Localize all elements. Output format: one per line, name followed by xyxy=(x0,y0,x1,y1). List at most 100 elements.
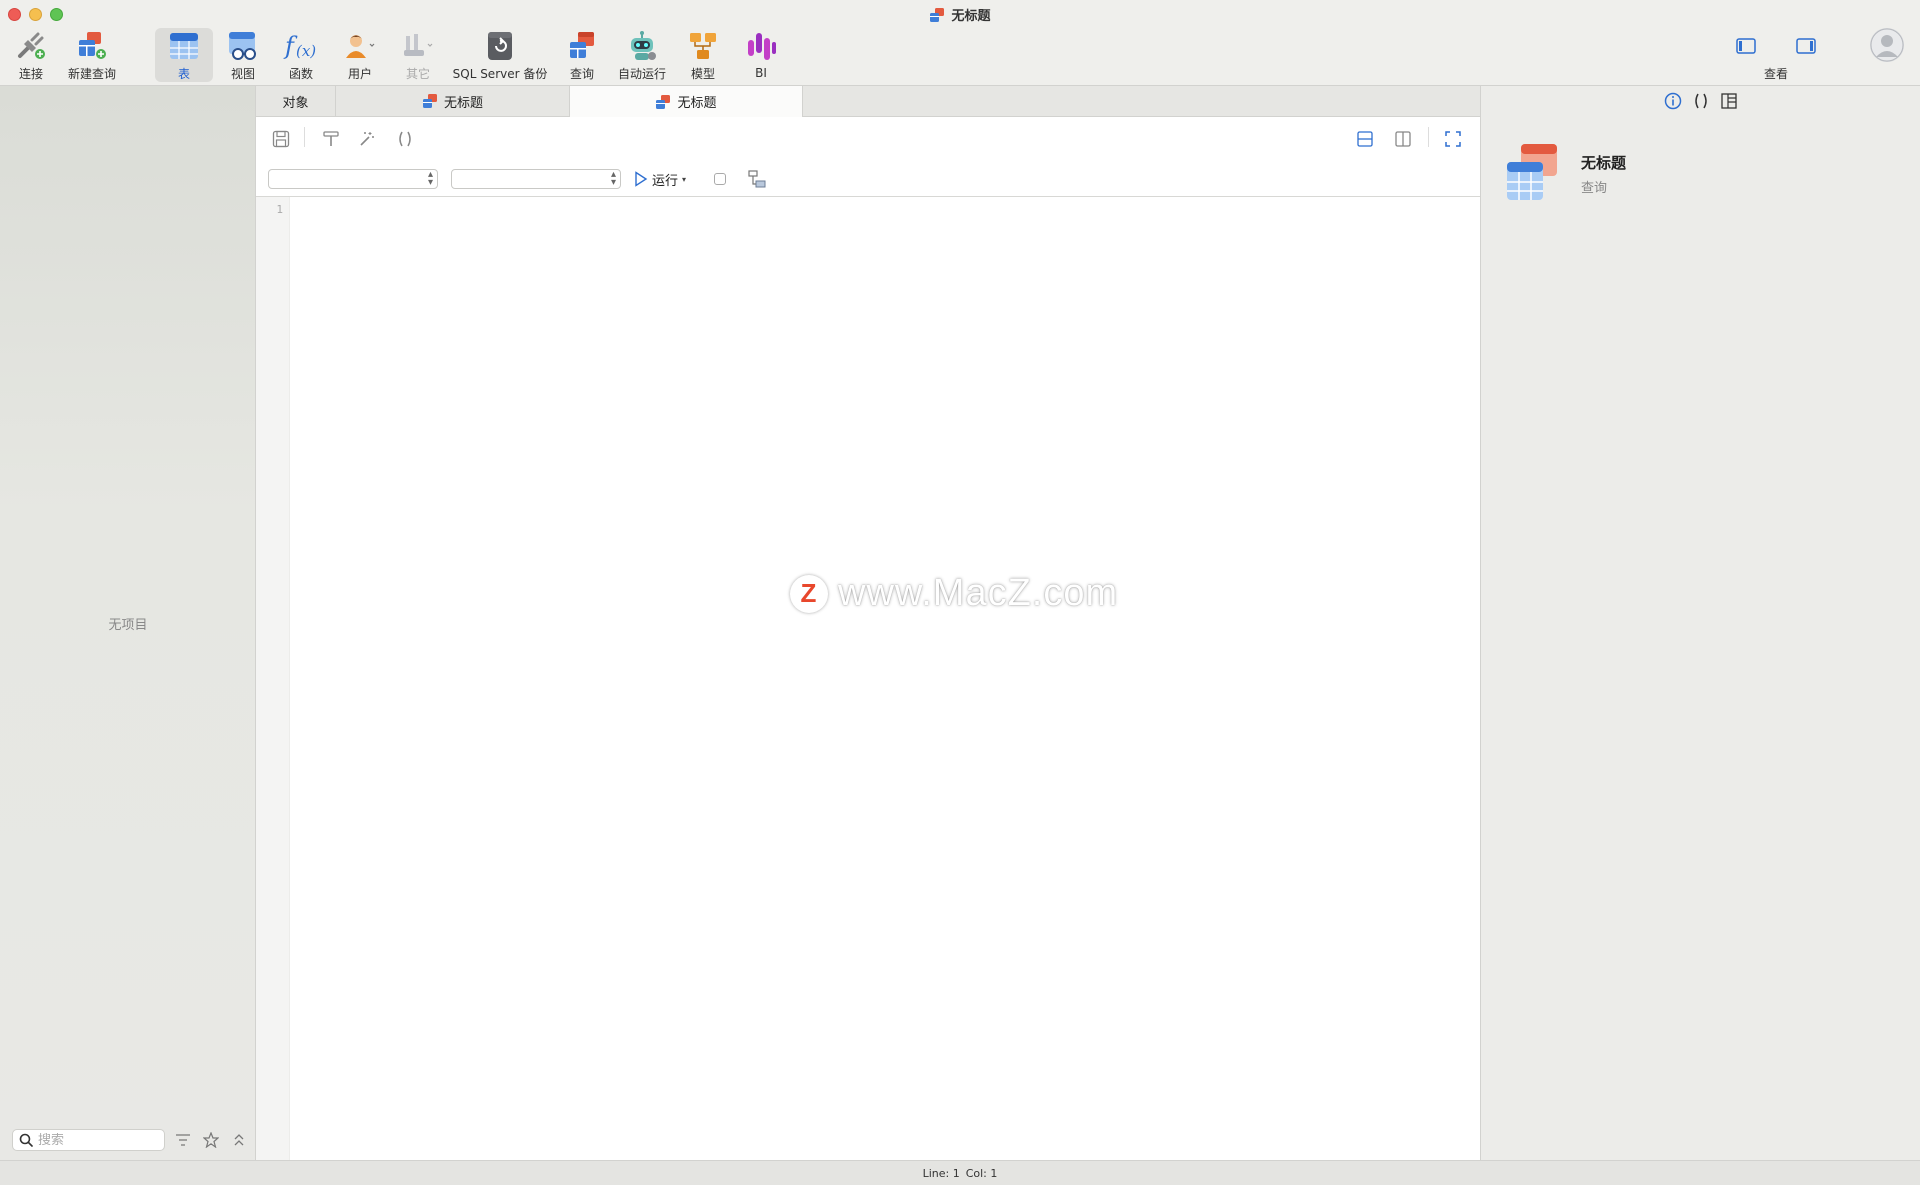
select-arrows-icon: ▴ ▾ xyxy=(427,169,433,188)
watermark-text: www.MacZ.com xyxy=(838,572,1119,614)
toolbar-view-button[interactable]: 视图 xyxy=(219,28,267,82)
format-icon[interactable] xyxy=(320,128,342,150)
toggle-left-panel-icon[interactable] xyxy=(1736,37,1756,54)
query-editor: ▴ ▾ ▴ ▾ 运行 ▾ 1 xyxy=(256,117,1480,1160)
bi-icon xyxy=(748,33,776,60)
avatar[interactable] xyxy=(1870,28,1904,62)
chevron-down-icon: ▾ xyxy=(682,174,687,184)
toolbar-function-button[interactable]: f (x) 函数 xyxy=(277,28,325,82)
magic-wand-icon[interactable] xyxy=(356,128,378,150)
line-number: 1 xyxy=(276,203,283,216)
robot-icon xyxy=(631,30,656,60)
object-name: 无标题 xyxy=(1581,154,1627,172)
title-bar: 无标题 连接 新建查询 表 视图 f (x) 函数 用户 其它 SQL Serv… xyxy=(0,0,1920,86)
toolbar-query-button[interactable]: 查询 xyxy=(558,28,606,82)
toolbar-label: BI xyxy=(755,66,767,80)
toolbar-bi-button[interactable]: BI xyxy=(737,28,785,82)
watermark-logo-icon: Z xyxy=(790,574,828,613)
svg-text:(x): (x) xyxy=(296,42,316,60)
backup-icon xyxy=(488,31,512,60)
status-bar: Line: 1 Col: 1 xyxy=(0,1160,1920,1185)
sidebar: 无项目 xyxy=(0,86,256,1160)
fullscreen-icon[interactable] xyxy=(1442,128,1464,150)
model-icon xyxy=(690,32,716,59)
info-panel-tabs xyxy=(1481,92,1920,110)
table-icon xyxy=(170,32,198,59)
toolbar-automation-button[interactable]: 自动运行 xyxy=(614,28,670,82)
toolbar-backup-button[interactable]: SQL Server 备份 xyxy=(452,28,548,82)
object-text: 无标题 查询 xyxy=(1581,142,1626,196)
editor-connection-row: ▴ ▾ ▴ ▾ 运行 ▾ xyxy=(256,169,1480,195)
sidebar-search[interactable] xyxy=(12,1129,165,1151)
query-icon xyxy=(570,31,594,58)
connection-select[interactable]: ▴ ▾ xyxy=(268,169,438,189)
info-icon[interactable] xyxy=(1664,92,1682,110)
object-type: 查询 xyxy=(1581,181,1608,196)
split-vertical-icon[interactable] xyxy=(1392,128,1414,150)
toggle-right-panel-icon[interactable] xyxy=(1796,37,1816,54)
query-large-icon xyxy=(1507,144,1557,200)
line-number-gutter: 1 xyxy=(256,197,290,1160)
plug-icon xyxy=(18,32,45,59)
toolbar-label: 连接 xyxy=(18,67,43,81)
toolbar-label: 查看 xyxy=(1763,67,1788,81)
search-icon xyxy=(19,1133,33,1147)
info-panel: 无标题 查询 xyxy=(1480,86,1920,1160)
tab-label: 无标题 xyxy=(677,96,717,111)
toolbar-label: SQL Server 备份 xyxy=(452,67,548,81)
toolbar-model-button[interactable]: 模型 xyxy=(679,28,727,82)
toolbar-label: 表 xyxy=(177,67,190,81)
code-snippet-icon[interactable] xyxy=(1692,92,1710,110)
editor-toolbar xyxy=(256,117,1480,159)
status-line: Line: 1 xyxy=(922,1166,960,1180)
function-icon: f (x) xyxy=(283,32,316,60)
other-icon xyxy=(404,33,433,56)
sidebar-footer xyxy=(12,1128,248,1152)
tab-bar: 对象 无标题 无标题 xyxy=(256,86,1480,117)
select-arrows-icon: ▴ ▾ xyxy=(610,169,616,188)
window-title-text: 无标题 xyxy=(951,9,991,24)
user-avatar-icon xyxy=(1870,28,1904,62)
save-icon[interactable] xyxy=(270,128,292,150)
toolbar-user-button[interactable]: 用户 xyxy=(336,28,384,82)
toolbar-label: 视图 xyxy=(230,67,255,81)
watermark: Z www.MacZ.com xyxy=(790,572,1118,615)
new-query-icon xyxy=(79,31,106,59)
toolbar-label: 用户 xyxy=(347,67,372,81)
toolbar-view-group: 查看 xyxy=(1736,28,1816,82)
object-info: 无标题 查询 xyxy=(1505,142,1626,202)
query-doc-icon xyxy=(930,7,945,22)
query-doc-icon xyxy=(422,94,437,108)
toolbar-table-button[interactable]: 表 xyxy=(155,28,213,82)
toolbar-other-button[interactable]: 其它 xyxy=(394,28,442,82)
tab-objects[interactable]: 对象 xyxy=(256,86,336,116)
window-title: 无标题 xyxy=(0,5,1920,24)
sidebar-empty-label: 无项目 xyxy=(108,618,148,633)
tab-label: 对象 xyxy=(282,95,309,111)
preview-icon[interactable] xyxy=(1720,92,1738,110)
run-label: 运行 xyxy=(652,173,679,189)
option-checkbox[interactable] xyxy=(714,173,726,185)
toolbar-connect-button[interactable]: 连接 xyxy=(8,28,54,82)
search-input[interactable] xyxy=(38,1132,158,1148)
code-snippet-icon[interactable] xyxy=(394,128,416,150)
user-icon xyxy=(346,34,375,58)
split-horizontal-icon[interactable] xyxy=(1354,128,1376,150)
toolbar-label: 新建查询 xyxy=(67,67,116,81)
filter-icon[interactable] xyxy=(175,1131,193,1149)
tab-label: 无标题 xyxy=(443,95,483,111)
collapse-icon[interactable] xyxy=(230,1131,248,1149)
tab-query-1[interactable]: 无标题 xyxy=(336,86,570,116)
explain-icon[interactable] xyxy=(746,168,768,190)
toolbar-label: 自动运行 xyxy=(617,67,666,81)
view-icon xyxy=(229,31,256,60)
database-select[interactable]: ▴ ▾ xyxy=(451,169,621,189)
query-doc-icon xyxy=(656,94,671,109)
star-icon[interactable] xyxy=(202,1131,220,1149)
editor-divider xyxy=(256,196,1480,197)
toolbar-new-query-button[interactable]: 新建查询 xyxy=(64,28,120,82)
tab-query-2[interactable]: 无标题 xyxy=(570,86,803,117)
toolbar-label: 其它 xyxy=(405,67,430,81)
run-button[interactable]: 运行 ▾ xyxy=(634,169,686,189)
status-col: Col: 1 xyxy=(965,1166,998,1180)
